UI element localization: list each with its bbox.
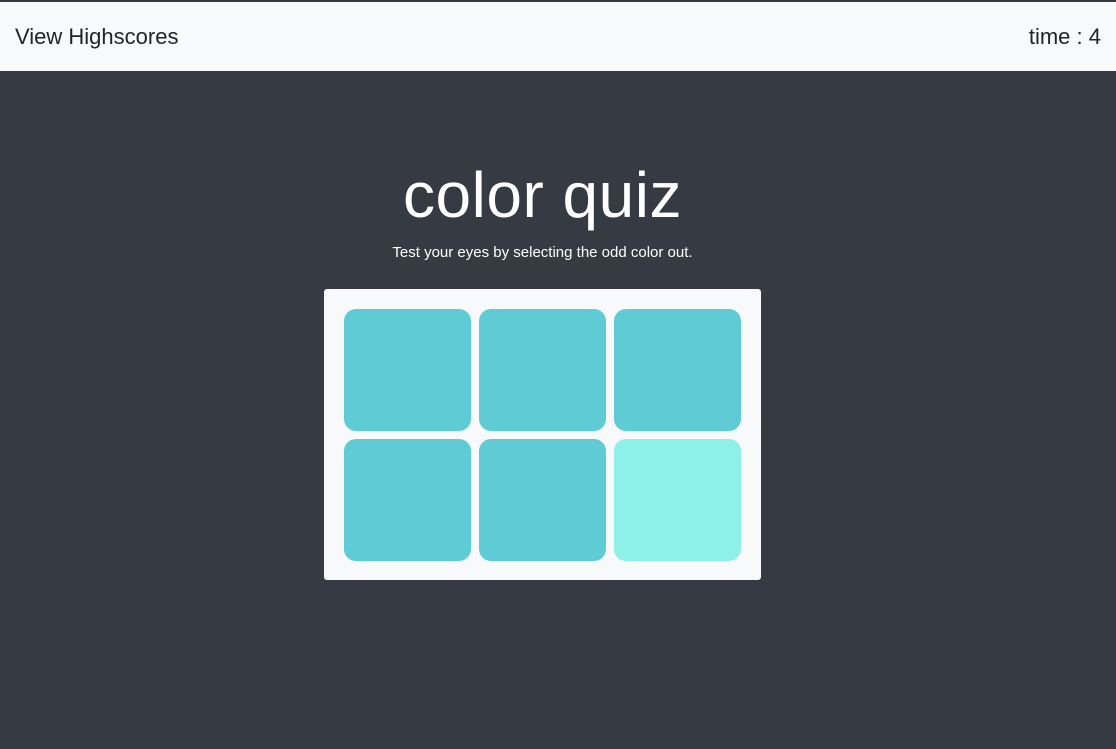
view-highscores-link[interactable]: View Highscores [15,24,178,50]
timer-display: time : 4 [1028,23,1101,49]
color-tile[interactable] [344,439,471,561]
color-tile[interactable] [344,309,471,431]
page-title: color quiz [403,159,682,231]
page-subtitle: Test your eyes by selecting the odd colo… [392,244,693,261]
color-tile[interactable] [614,439,741,561]
color-tile[interactable] [479,309,606,431]
top-navbar: View Highscores time : 4 [0,0,1116,71]
color-tile-board [324,289,761,580]
color-tile[interactable] [614,309,741,431]
color-tile[interactable] [479,439,606,561]
